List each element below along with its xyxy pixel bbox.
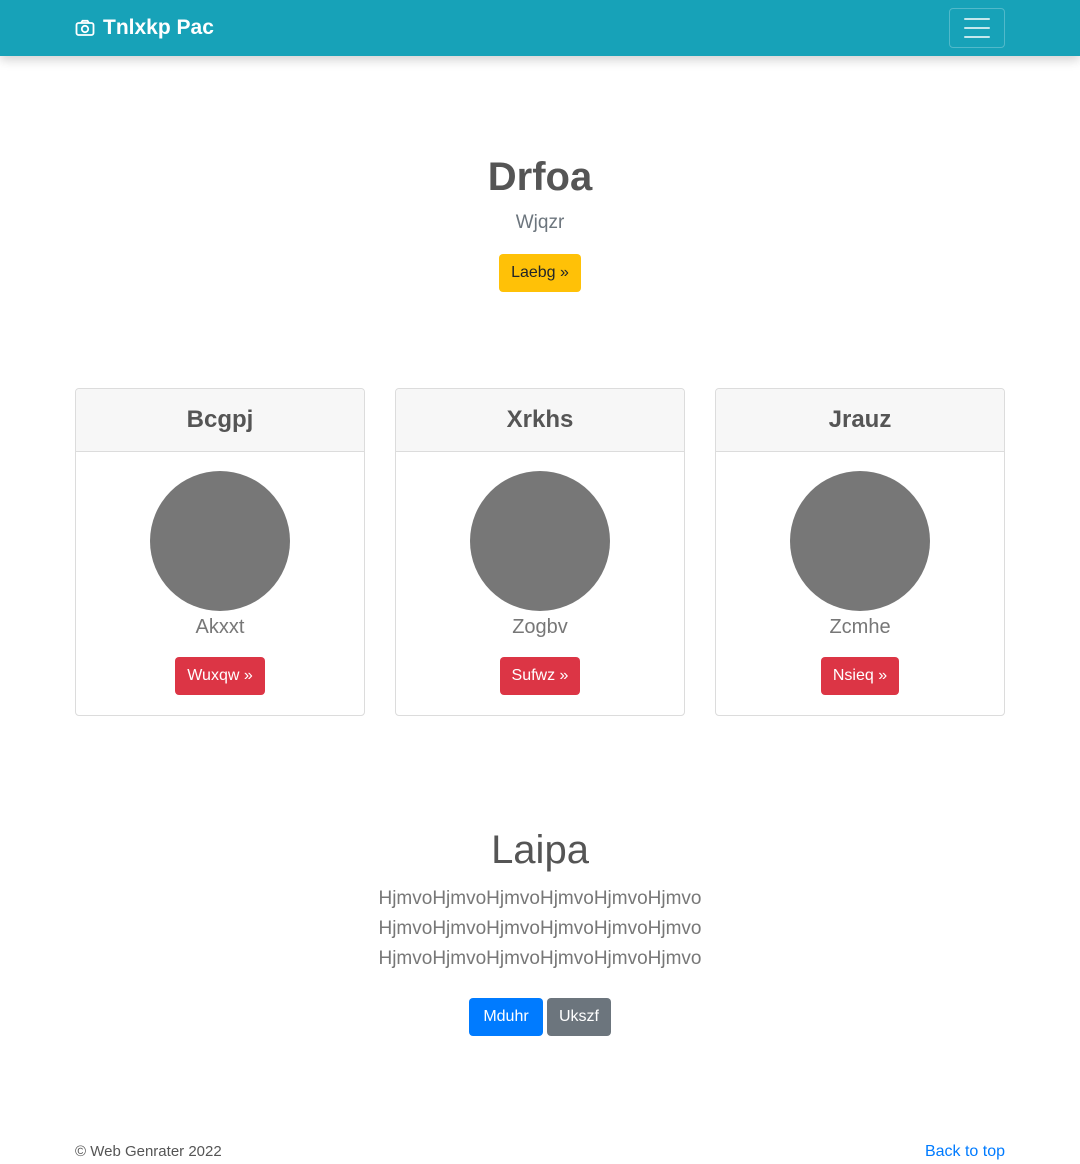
hero-subtitle: Wjqzr	[515, 212, 565, 233]
navbar-toggler-button[interactable]	[949, 8, 1005, 48]
brand-link[interactable]: Tnlxkp Pac	[75, 0, 214, 56]
card-button[interactable]: Wuxqw »	[175, 657, 265, 695]
back-to-top-link[interactable]: Back to top	[925, 1143, 1005, 1161]
hamburger-menu-icon	[964, 27, 990, 29]
hero-button[interactable]: Laebg »	[499, 254, 581, 292]
brand-name: Tnlxkp Pac	[103, 16, 214, 39]
card-text: Zcmhe	[829, 616, 891, 638]
section-text-line: HjmvoHjmvoHjmvoHjmvoHjmvoHjmvo	[378, 918, 702, 939]
secondary-button[interactable]: Ukszf	[547, 998, 611, 1036]
section-text-line: HjmvoHjmvoHjmvoHjmvoHjmvoHjmvo	[378, 888, 702, 909]
hamburger-menu-icon	[964, 36, 990, 38]
card-header: Xrkhs	[396, 389, 684, 452]
card-header: Bcgpj	[76, 389, 364, 452]
copyright-text: © Web Genrater 2022	[75, 1143, 222, 1160]
hamburger-menu-icon	[964, 18, 990, 20]
card-button[interactable]: Nsieq »	[821, 657, 899, 695]
primary-button[interactable]: Mduhr	[469, 998, 543, 1036]
card-button[interactable]: Sufwz »	[500, 657, 580, 695]
section-title: Laipa	[491, 828, 589, 872]
avatar	[150, 471, 290, 611]
card: Bcgpj Akxxt Wuxqw »	[75, 388, 365, 716]
card-text: Zogbv	[512, 616, 568, 638]
card: Xrkhs Zogbv Sufwz »	[395, 388, 685, 716]
card-text: Akxxt	[195, 616, 245, 638]
card-header: Jrauz	[716, 389, 1004, 452]
card: Jrauz Zcmhe Nsieq »	[715, 388, 1005, 716]
navbar: Tnlxkp Pac	[0, 0, 1080, 56]
avatar	[470, 471, 610, 611]
avatar	[790, 471, 930, 611]
hero-title: Drfoa	[487, 155, 593, 199]
section-text-line: HjmvoHjmvoHjmvoHjmvoHjmvoHjmvo	[378, 948, 702, 969]
camera-icon	[75, 19, 95, 37]
